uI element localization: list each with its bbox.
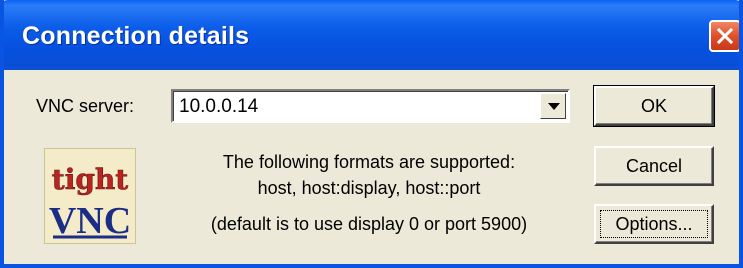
logo-top-text: tight — [52, 163, 129, 196]
cancel-button[interactable]: Cancel — [594, 146, 714, 186]
connection-details-dialog: Connection details VNC server: 10.0.0.14… — [0, 0, 743, 268]
options-button[interactable]: Options... — [594, 204, 714, 244]
help-line-3: (default is to use display 0 or port 590… — [210, 214, 528, 234]
help-line-2: host, host:display, host::port — [257, 178, 481, 198]
ok-button[interactable]: OK — [593, 85, 715, 127]
cancel-button-label: Cancel — [625, 155, 683, 176]
close-button[interactable] — [709, 20, 739, 52]
close-icon — [716, 27, 734, 45]
help-line-1: The following formats are supported: — [222, 152, 516, 172]
chevron-down-icon — [548, 103, 560, 110]
vnc-server-input[interactable]: 10.0.0.14 — [179, 96, 258, 118]
tightvnc-logo: tight VNC — [44, 148, 136, 244]
vnc-server-label: VNC server: — [36, 96, 135, 116]
ok-button-label: OK — [640, 95, 667, 116]
title-bar[interactable]: Connection details — [4, 0, 739, 70]
focus-ring — [600, 210, 708, 238]
dialog-title: Connection details — [22, 22, 250, 50]
vnc-server-dropdown-button[interactable] — [540, 93, 566, 119]
vnc-server-combobox[interactable]: 10.0.0.14 — [171, 89, 570, 123]
dialog-content: VNC server: 10.0.0.14 tight VNC The foll… — [4, 70, 739, 264]
